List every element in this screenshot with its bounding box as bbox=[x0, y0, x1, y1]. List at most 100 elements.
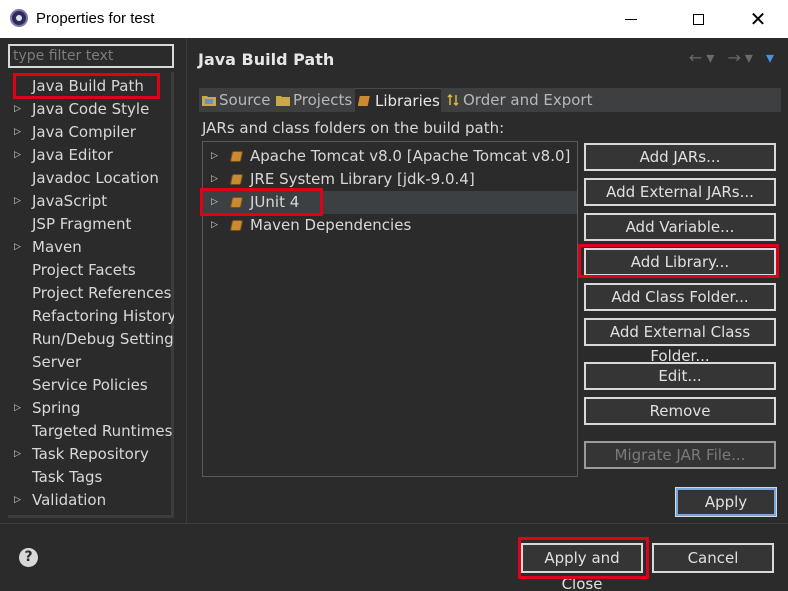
add-external-jars-button[interactable]: Add External JARs... bbox=[584, 178, 776, 206]
add-external-class-folder-button[interactable]: Add External Class Folder... bbox=[584, 318, 776, 365]
highlight-junit4 bbox=[200, 188, 323, 216]
sidebar-item[interactable]: ▷ Validation bbox=[8, 489, 174, 512]
sidebar-item[interactable]: Service Policies bbox=[8, 374, 174, 397]
sidebar-item-label: JavaScript bbox=[32, 192, 108, 210]
sidebar-item[interactable]: JSP Fragment bbox=[8, 213, 174, 236]
expand-arrow-icon[interactable]: ▷ bbox=[14, 489, 21, 512]
sidebar-item[interactable]: ▷ Java Code Style bbox=[8, 98, 174, 121]
filter-input[interactable] bbox=[8, 44, 174, 68]
tab-order-export-label: Order and Export bbox=[463, 91, 593, 109]
window-title: Properties for test bbox=[36, 10, 155, 27]
add-variable-button[interactable]: Add Variable... bbox=[584, 213, 776, 241]
close-button[interactable]: ✕ bbox=[735, 0, 781, 38]
close-icon: ✕ bbox=[749, 7, 767, 31]
maximize-icon bbox=[692, 13, 704, 25]
expand-arrow-icon[interactable]: ▷ bbox=[14, 98, 21, 121]
sidebar-item-label: Java Editor bbox=[32, 146, 113, 164]
add-jars-button[interactable]: Add JARs... bbox=[584, 143, 776, 171]
remove-button[interactable]: Remove bbox=[584, 397, 776, 425]
sidebar-item[interactable]: Task Tags bbox=[8, 466, 174, 489]
jar-library-icon bbox=[229, 151, 244, 162]
sidebar-item-label: Server bbox=[32, 353, 82, 371]
tab-libraries[interactable]: Libraries bbox=[355, 88, 441, 112]
properties-nav-pane: Java Build Path▷Java Code Style▷Java Com… bbox=[0, 38, 186, 523]
sidebar-item[interactable]: Project Facets bbox=[8, 259, 174, 282]
back-menu-icon[interactable]: ▾ bbox=[706, 48, 718, 67]
sidebar-item[interactable]: ▷ Spring bbox=[8, 397, 174, 420]
expand-arrow-icon[interactable]: ▷ bbox=[14, 397, 21, 420]
minimize-button[interactable] bbox=[608, 0, 654, 38]
library-item-label: Apache Tomcat v8.0 [Apache Tomcat v8.0] bbox=[250, 147, 571, 165]
page-title: Java Build Path bbox=[198, 50, 335, 69]
sidebar-item-label: Java Compiler bbox=[32, 123, 136, 141]
view-menu-icon[interactable]: ▾ bbox=[766, 48, 778, 67]
sidebar-item[interactable]: ▷ Java Compiler bbox=[8, 121, 174, 144]
highlight-java-build-path bbox=[13, 73, 160, 99]
tab-order-export[interactable]: Order and Export bbox=[443, 88, 593, 112]
minimize-icon bbox=[625, 18, 637, 20]
sidebar-item-label: Spring bbox=[32, 399, 81, 417]
source-folder-icon bbox=[202, 96, 216, 106]
sidebar-item[interactable]: ▷ JavaScript bbox=[8, 190, 174, 213]
tab-source[interactable]: Source bbox=[199, 88, 271, 112]
sidebar-item[interactable]: Targeted Runtimes bbox=[8, 420, 174, 443]
library-item-label: Maven Dependencies bbox=[250, 216, 412, 234]
properties-tree: Java Build Path ▷ Java Code Style ▷ Java Com… bbox=[8, 72, 174, 518]
jar-library-icon bbox=[229, 220, 244, 231]
highlight-add-library bbox=[578, 244, 779, 278]
sidebar-item[interactable]: Refactoring History bbox=[8, 305, 174, 328]
sidebar-item[interactable]: Run/Debug Settings bbox=[8, 328, 174, 351]
sidebar-item-label: Java Code Style bbox=[32, 100, 150, 118]
eclipse-icon bbox=[10, 9, 28, 27]
sidebar-item[interactable]: ▷ Java Editor bbox=[8, 144, 174, 167]
cancel-button[interactable]: Cancel bbox=[652, 543, 774, 573]
expand-arrow-icon[interactable]: ▷ bbox=[211, 145, 218, 168]
sidebar-item-label: Project Facets bbox=[32, 261, 136, 279]
projects-folder-icon bbox=[276, 96, 290, 106]
sidebar-item-label: Refactoring History bbox=[32, 307, 174, 325]
sidebar-item[interactable]: ▷ Maven bbox=[8, 236, 174, 259]
add-class-folder-button[interactable]: Add Class Folder... bbox=[584, 283, 776, 311]
sidebar-item-label: Task Tags bbox=[32, 468, 103, 486]
sidebar-item[interactable]: Project References bbox=[8, 282, 174, 305]
sidebar-item[interactable]: Javadoc Location bbox=[8, 167, 174, 190]
jar-library-icon bbox=[229, 174, 244, 185]
sidebar-item-label: Task Repository bbox=[32, 445, 149, 463]
sidebar-item[interactable]: ▷ Task Repository bbox=[8, 443, 174, 466]
expand-arrow-icon[interactable]: ▷ bbox=[14, 443, 21, 466]
expand-arrow-icon[interactable]: ▷ bbox=[14, 190, 21, 213]
migrate-jar-button[interactable]: Migrate JAR File... bbox=[584, 441, 776, 469]
order-export-icon bbox=[447, 94, 459, 106]
forward-arrow-icon[interactable]: → bbox=[727, 48, 744, 67]
sidebar-item-label: Service Policies bbox=[32, 376, 148, 394]
tab-libraries-label: Libraries bbox=[375, 92, 440, 110]
highlight-apply-and-close bbox=[518, 537, 649, 579]
sidebar-item-label: Javadoc Location bbox=[32, 169, 159, 187]
library-item[interactable]: ▷ Apache Tomcat v8.0 [Apache Tomcat v8.0] bbox=[203, 145, 577, 168]
sidebar-item[interactable]: Server bbox=[8, 351, 174, 374]
expand-arrow-icon[interactable]: ▷ bbox=[211, 214, 218, 237]
tab-source-label: Source bbox=[219, 91, 271, 109]
edit-button[interactable]: Edit... bbox=[584, 362, 776, 390]
apply-button[interactable]: Apply bbox=[675, 487, 777, 517]
sidebar-item-label: Project References bbox=[32, 284, 172, 302]
sidebar-item-label: Validation bbox=[32, 491, 107, 509]
tab-bar: Source Projects Libraries Order and Expo… bbox=[199, 88, 781, 112]
back-arrow-icon[interactable]: ← bbox=[689, 48, 706, 67]
sidebar-item-label: Targeted Runtimes bbox=[32, 422, 173, 440]
tab-projects[interactable]: Projects bbox=[273, 88, 353, 112]
forward-menu-icon[interactable]: ▾ bbox=[745, 48, 757, 67]
libraries-description: JARs and class folders on the build path… bbox=[202, 119, 505, 137]
expand-arrow-icon[interactable]: ▷ bbox=[14, 121, 21, 144]
help-icon[interactable]: ? bbox=[19, 548, 38, 567]
library-item[interactable]: ▷ Maven Dependencies bbox=[203, 214, 577, 237]
sidebar-item-label: JSP Fragment bbox=[32, 215, 132, 233]
expand-arrow-icon[interactable]: ▷ bbox=[14, 144, 21, 167]
dialog-footer: ? Apply and Close Cancel bbox=[0, 523, 788, 591]
sidebar-item-label: Maven bbox=[32, 238, 82, 256]
tab-projects-label: Projects bbox=[293, 91, 353, 109]
sidebar-item-label: Run/Debug Settings bbox=[32, 330, 174, 348]
maximize-button[interactable] bbox=[675, 0, 721, 38]
libraries-icon bbox=[358, 96, 370, 106]
expand-arrow-icon[interactable]: ▷ bbox=[14, 236, 21, 259]
